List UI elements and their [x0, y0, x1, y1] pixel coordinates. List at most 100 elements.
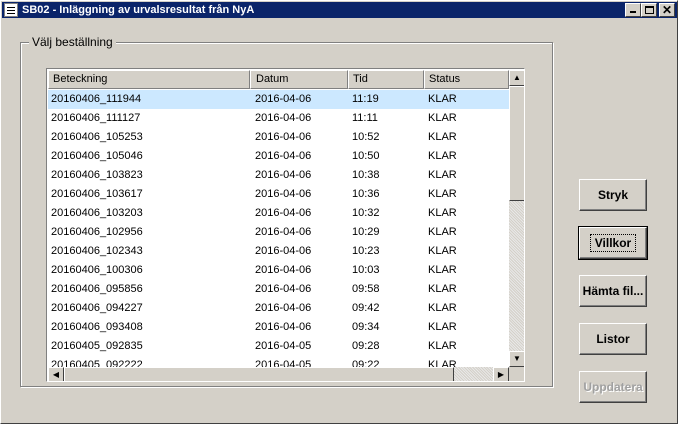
cell-datum: 2016-04-06 — [255, 131, 312, 143]
cell-status: KLAR — [428, 169, 457, 181]
group-label: Välj beställning — [29, 35, 116, 49]
order-list[interactable]: Beteckning Datum Tid Status 20160406_111… — [46, 68, 525, 382]
cell-datum: 2016-04-06 — [255, 302, 312, 314]
minimize-icon — [630, 11, 636, 13]
cell-beteckning: 20160406_095856 — [51, 283, 143, 295]
cell-datum: 2016-04-06 — [255, 169, 312, 181]
cell-datum: 2016-04-06 — [255, 264, 312, 276]
cell-datum: 2016-04-05 — [255, 340, 312, 352]
table-row[interactable]: 20160406_103617 2016-04-06 10:36 KLAR — [48, 185, 509, 204]
cell-datum: 2016-04-06 — [255, 188, 312, 200]
horizontal-scroll-thumb[interactable] — [64, 367, 454, 381]
column-header-tid[interactable]: Tid — [348, 70, 424, 89]
cell-datum: 2016-04-06 — [255, 245, 312, 257]
list-rows: 20160406_111944 2016-04-06 11:19 KLAR 201604… — [48, 90, 509, 368]
column-header-datum[interactable]: Datum — [250, 70, 348, 89]
cell-status: KLAR — [428, 93, 457, 105]
column-header-status[interactable]: Status — [424, 70, 509, 89]
cell-tid: 10:32 — [352, 207, 380, 219]
cell-datum: 2016-04-06 — [255, 226, 312, 238]
cell-beteckning: 20160406_102956 — [51, 226, 143, 238]
cell-tid: 09:34 — [352, 321, 380, 333]
cell-beteckning: 20160406_103617 — [51, 188, 143, 200]
table-row[interactable]: 20160405_092835 2016-04-05 09:28 KLAR — [48, 337, 509, 356]
table-row[interactable]: 20160406_102956 2016-04-06 10:29 KLAR — [48, 223, 509, 242]
minimize-button[interactable] — [625, 3, 641, 17]
listor-button[interactable]: Listor — [579, 323, 647, 355]
cell-status: KLAR — [428, 264, 457, 276]
cell-status: KLAR — [428, 226, 457, 238]
cell-tid: 10:50 — [352, 150, 380, 162]
table-row[interactable]: 20160406_111944 2016-04-06 11:19 KLAR — [48, 90, 509, 109]
cell-tid: 10:23 — [352, 245, 380, 257]
close-icon: ✕ — [661, 3, 673, 17]
cell-beteckning: 20160406_111944 — [51, 93, 142, 105]
uppdatera-button[interactable]: Uppdatera — [579, 371, 647, 403]
cell-status: KLAR — [428, 207, 457, 219]
cell-status: KLAR — [428, 321, 457, 333]
cell-tid: 11:19 — [352, 93, 379, 105]
cell-tid: 10:38 — [352, 169, 380, 181]
cell-beteckning: 20160406_105046 — [51, 150, 143, 162]
cell-beteckning: 20160406_103203 — [51, 207, 143, 219]
cell-datum: 2016-04-06 — [255, 93, 312, 105]
cell-tid: 10:03 — [352, 264, 380, 276]
cell-tid: 09:58 — [352, 283, 380, 295]
cell-datum: 2016-04-06 — [255, 321, 312, 333]
table-row[interactable]: 20160406_103823 2016-04-06 10:38 KLAR — [48, 166, 509, 185]
cell-datum: 2016-04-06 — [255, 150, 312, 162]
scroll-right-button[interactable]: ▶ — [493, 367, 509, 381]
maximize-icon — [645, 6, 654, 14]
cell-status: KLAR — [428, 283, 457, 295]
table-row[interactable]: 20160406_105253 2016-04-06 10:52 KLAR — [48, 128, 509, 147]
cell-beteckning: 20160406_105253 — [51, 131, 143, 143]
window-title: SB02 - Inläggning av urvalsresultat från… — [22, 4, 255, 16]
cell-status: KLAR — [428, 131, 457, 143]
cell-status: KLAR — [428, 150, 457, 162]
table-row[interactable]: 20160406_105046 2016-04-06 10:50 KLAR — [48, 147, 509, 166]
table-row[interactable]: 20160406_095856 2016-04-06 09:58 KLAR — [48, 280, 509, 299]
cell-beteckning: 20160406_111127 — [51, 112, 141, 124]
villkor-label: Villkor — [589, 234, 637, 252]
arrow-right-icon: ▶ — [497, 370, 505, 379]
table-row[interactable]: 20160406_094227 2016-04-06 09:42 KLAR — [48, 299, 509, 318]
villkor-button[interactable]: Villkor — [578, 226, 648, 260]
arrow-up-icon: ▲ — [513, 73, 521, 82]
table-row[interactable]: 20160406_093408 2016-04-06 09:34 KLAR — [48, 318, 509, 337]
hamta-fil-button[interactable]: Hämta fil... — [579, 275, 647, 307]
cell-status: KLAR — [428, 340, 457, 352]
vertical-scroll-thumb[interactable] — [509, 86, 524, 201]
scroll-down-button[interactable]: ▼ — [509, 351, 524, 367]
maximize-button[interactable] — [641, 3, 657, 17]
table-row[interactable]: 20160406_100306 2016-04-06 10:03 KLAR — [48, 261, 509, 280]
cell-status: KLAR — [428, 112, 457, 124]
cell-beteckning: 20160405_092835 — [51, 340, 143, 352]
cell-datum: 2016-04-06 — [255, 283, 312, 295]
cell-tid: 09:42 — [352, 302, 380, 314]
table-row[interactable]: 20160406_111127 2016-04-06 11:11 KLAR — [48, 109, 509, 128]
table-row[interactable]: 20160406_102343 2016-04-06 10:23 KLAR — [48, 242, 509, 261]
title-bar[interactable]: SB02 - Inläggning av urvalsresultat från… — [2, 2, 677, 18]
cell-status: KLAR — [428, 245, 457, 257]
scroll-up-button[interactable]: ▲ — [509, 70, 524, 86]
close-button[interactable]: ✕ — [659, 3, 675, 17]
list-header: Beteckning Datum Tid Status — [48, 70, 509, 89]
scrollbar-corner — [509, 367, 524, 381]
table-row[interactable]: 20160406_103203 2016-04-06 10:32 KLAR — [48, 204, 509, 223]
vertical-scrollbar[interactable]: ▲ ▼ — [509, 70, 524, 367]
arrow-down-icon: ▼ — [513, 354, 521, 363]
scroll-left-button[interactable]: ◀ — [48, 367, 64, 381]
column-header-beteckning[interactable]: Beteckning — [48, 70, 250, 89]
app-document-icon[interactable] — [4, 3, 18, 17]
stryk-button[interactable]: Stryk — [579, 179, 647, 211]
cell-tid: 10:29 — [352, 226, 380, 238]
cell-beteckning: 20160406_093408 — [51, 321, 143, 333]
app-window: SB02 - Inläggning av urvalsresultat från… — [0, 0, 678, 424]
horizontal-scrollbar[interactable]: ◀ ▶ — [48, 367, 509, 381]
cell-tid: 09:28 — [352, 340, 380, 352]
cell-beteckning: 20160406_094227 — [51, 302, 143, 314]
cell-status: KLAR — [428, 302, 457, 314]
cell-beteckning: 20160406_103823 — [51, 169, 143, 181]
cell-datum: 2016-04-06 — [255, 207, 312, 219]
cell-datum: 2016-04-06 — [255, 112, 312, 124]
